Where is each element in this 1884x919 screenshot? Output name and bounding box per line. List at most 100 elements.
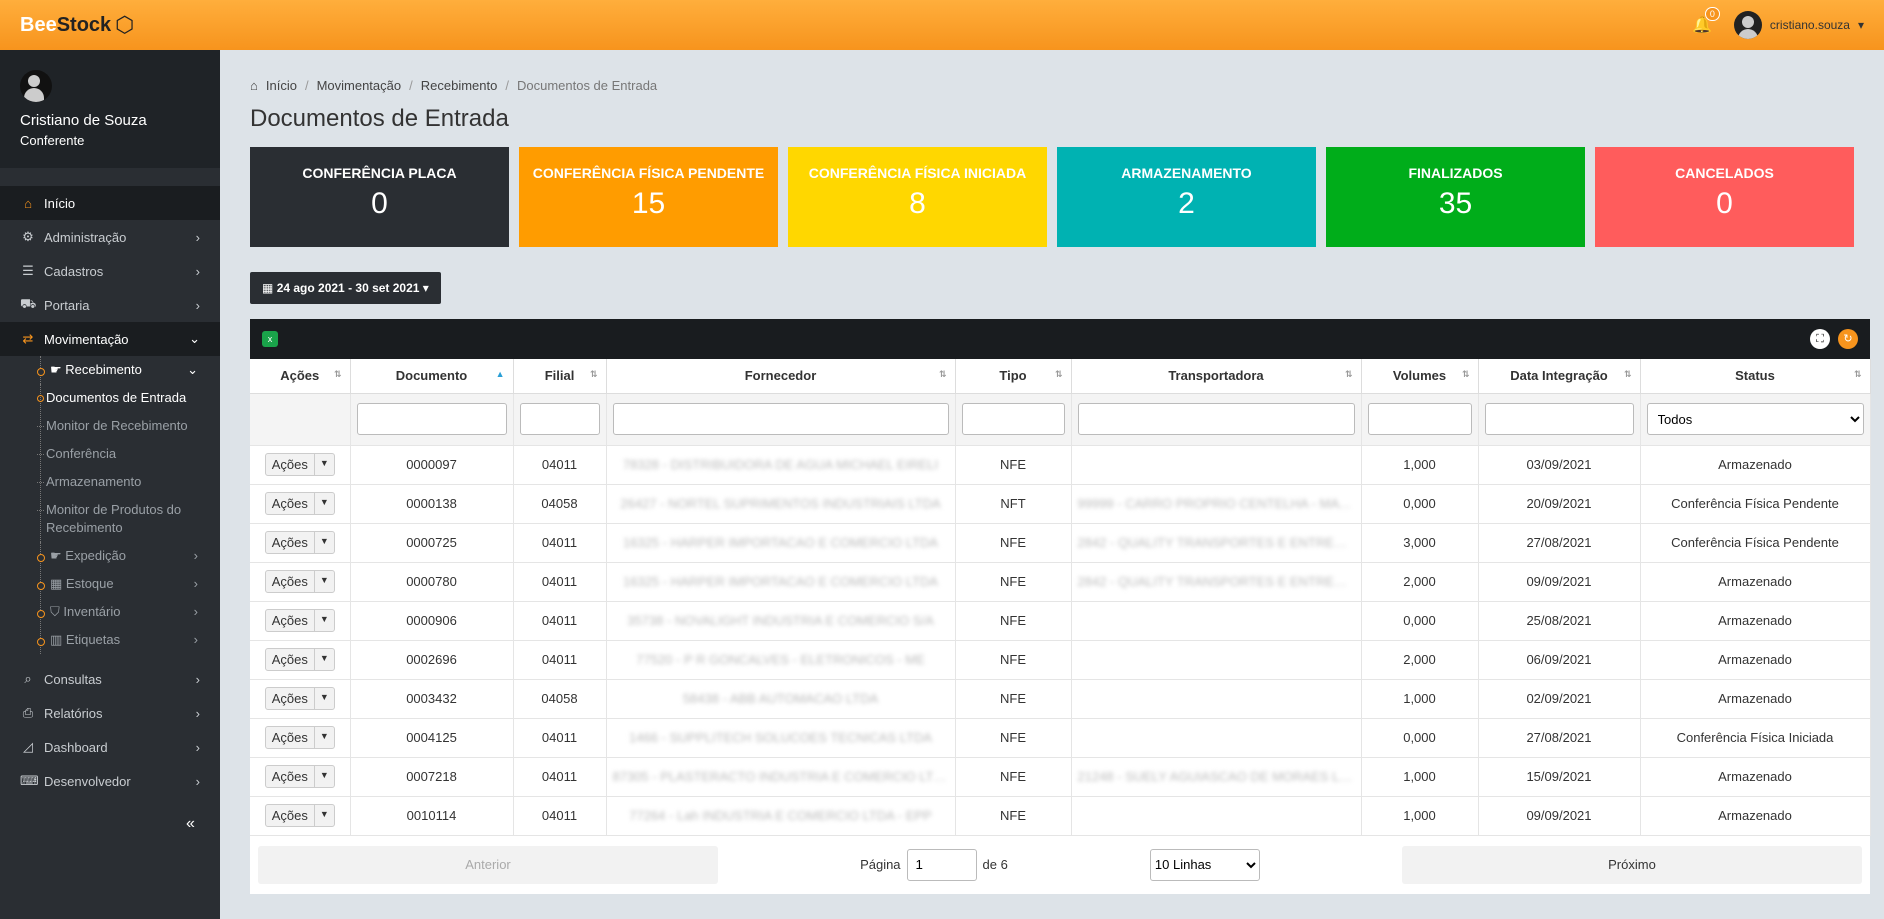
cell-status: Armazenado: [1640, 679, 1871, 719]
col-volumes[interactable]: Volumes ⇅: [1361, 359, 1479, 394]
acoes-dropdown[interactable]: Ações ▼: [264, 453, 335, 476]
card-conferencia-pendente[interactable]: CONFERÊNCIA FÍSICA PENDENTE 15: [519, 147, 778, 247]
col-documento[interactable]: Documento ▲: [350, 359, 514, 394]
acoes-dropdown[interactable]: Ações ▼: [264, 570, 335, 593]
menu-administracao[interactable]: ⚙ Administração ›: [0, 220, 220, 254]
cell-data-integracao: 06/09/2021: [1478, 640, 1641, 680]
acoes-dropdown[interactable]: Ações ▼: [264, 648, 335, 671]
menu-movimentacao[interactable]: ⇄ Movimentação ⌄: [0, 322, 220, 356]
filter-volumes[interactable]: [1367, 403, 1472, 435]
filter-data-integracao[interactable]: [1484, 403, 1634, 435]
breadcrumb-inicio[interactable]: Início: [266, 78, 297, 93]
date-range-picker[interactable]: ▦ 24 ago 2021 - 30 set 2021 ▾: [250, 272, 441, 304]
submenu-recebimento[interactable]: ☛ Recebimento ⌄: [36, 356, 220, 384]
card-conferencia-placa[interactable]: CONFERÊNCIA PLACA 0: [250, 147, 509, 247]
cell-volumes: 2,000: [1361, 640, 1479, 680]
submenu-inventario[interactable]: ⛉ Inventário ›: [36, 598, 220, 626]
cell-fornecedor: 87305 - PLASTERACTO INDUSTRIA E COMERCIO…: [606, 757, 956, 797]
menu-desenvolvedor[interactable]: ⌨ Desenvolvedor ›: [0, 764, 220, 798]
filter-status[interactable]: Todos: [1646, 403, 1864, 435]
col-status[interactable]: Status ⇅: [1640, 359, 1871, 394]
profile-avatar: [20, 70, 52, 102]
submenu-documentos-entrada[interactable]: Documentos de Entrada: [32, 384, 220, 412]
submenu-expedicao[interactable]: ☛ Expedição ›: [36, 542, 220, 570]
menu-cadastros[interactable]: ☰ Cadastros ›: [0, 254, 220, 288]
hand-icon: ☛: [50, 362, 62, 377]
filter-fornecedor[interactable]: [612, 403, 949, 435]
cell-status: Armazenado: [1640, 601, 1871, 641]
cell-documento: 0002696: [350, 640, 514, 680]
card-cancelados[interactable]: CANCELADOS 0: [1595, 147, 1854, 247]
col-transportadora[interactable]: Transportadora ⇅: [1071, 359, 1362, 394]
acoes-dropdown[interactable]: Ações ▼: [264, 687, 335, 710]
submenu-conferencia[interactable]: Conferência: [32, 440, 220, 468]
table-row: Ações ▼ 0000725 04011 16325 - HARPER IMPORTA…: [250, 523, 1871, 563]
filter-documento[interactable]: [356, 403, 507, 435]
breadcrumb-recebimento[interactable]: Recebimento: [421, 78, 498, 93]
cell-data-integracao: 27/08/2021: [1478, 718, 1641, 758]
menu-inicio[interactable]: ⌂ Início: [0, 186, 220, 220]
submenu-etiquetas[interactable]: ▥ Etiquetas ›: [36, 626, 220, 654]
cell-status: Armazenado: [1640, 562, 1871, 602]
chevron-right-icon: ›: [193, 632, 198, 647]
card-conferencia-iniciada[interactable]: CONFERÊNCIA FÍSICA INICIADA 8: [788, 147, 1047, 247]
acoes-dropdown[interactable]: Ações ▼: [264, 804, 335, 827]
cell-fornecedor: 16325 - HARPER IMPORTACAO E COMERCIO LTD…: [606, 523, 956, 563]
acoes-dropdown[interactable]: Ações ▼: [264, 726, 335, 749]
col-tipo[interactable]: Tipo ⇅: [955, 359, 1072, 394]
cell-filial: 04058: [513, 484, 607, 524]
page-input[interactable]: [906, 848, 977, 881]
card-finalizados[interactable]: FINALIZADOS 35: [1326, 147, 1585, 247]
export-excel-icon[interactable]: x: [262, 331, 278, 347]
filter-filial[interactable]: [519, 403, 600, 435]
next-button[interactable]: Próximo: [1401, 845, 1862, 884]
caret-down-icon: ▼: [313, 649, 334, 670]
submenu-armazenamento[interactable]: Armazenamento: [32, 468, 220, 496]
refresh-icon[interactable]: ↻: [1838, 329, 1858, 349]
table-row: Ações ▼ 0000097 04011 78328 - DISTRIBUIDORA …: [250, 445, 1871, 485]
col-filial[interactable]: Filial ⇅: [513, 359, 607, 394]
menu-consultas[interactable]: ⌕ Consultas ›: [0, 662, 220, 696]
col-fornecedor[interactable]: Fornecedor ⇅: [606, 359, 956, 394]
submenu-monitor-recebimento[interactable]: Monitor de Recebimento: [32, 412, 220, 440]
col-data-integracao[interactable]: Data Integração ⇅: [1478, 359, 1641, 394]
previous-button[interactable]: Anterior: [258, 845, 718, 884]
app-logo[interactable]: Bee Stock ⬡: [20, 12, 134, 38]
acoes-dropdown[interactable]: Ações ▼: [264, 609, 335, 632]
main-menu: ⌂ Início ⚙ Administração › ☰ Cadastros › ⛟ Por…: [0, 186, 220, 356]
menu-portaria[interactable]: ⛟ Portaria ›: [0, 288, 220, 322]
user-menu[interactable]: cristiano.souza ▾: [1733, 11, 1864, 39]
fullscreen-icon[interactable]: ⛶: [1810, 329, 1830, 349]
menu-relatorios[interactable]: ⎙ Relatórios ›: [0, 696, 220, 730]
table-row: Ações ▼ 0004125 04011 1466 - SUPPLITECH SOLU…: [250, 718, 1871, 758]
acoes-dropdown[interactable]: Ações ▼: [264, 765, 335, 788]
menu-administracao-label: Administração: [44, 229, 127, 245]
cell-fornecedor: 78328 - DISTRIBUIDORA DE AGUA MICHAEL EI…: [606, 445, 956, 485]
collapse-sidebar-icon[interactable]: «: [186, 815, 195, 833]
acoes-dropdown[interactable]: Ações ▼: [264, 531, 335, 554]
col-acoes[interactable]: Ações ⇅: [250, 359, 351, 394]
bell-icon[interactable]: 🔔 0: [1692, 7, 1720, 35]
cell-transportadora: [1071, 640, 1362, 680]
breadcrumb: ⌂ Início / Movimentação / Recebimento / Doc…: [250, 78, 658, 93]
acoes-dropdown[interactable]: Ações ▼: [264, 492, 335, 515]
submenu-estoque[interactable]: ▦ Estoque ›: [36, 570, 220, 598]
menu-dashboard[interactable]: ◿ Dashboard ›: [0, 730, 220, 764]
table-row: Ações ▼ 0010114 04011 77264 - Lah INDUSTRIA …: [250, 796, 1871, 836]
submenu-recebimento-label: Recebimento: [65, 362, 142, 377]
breadcrumb-movimentacao[interactable]: Movimentação: [317, 78, 402, 93]
chevron-right-icon: ›: [195, 705, 200, 721]
filter-transportadora[interactable]: [1077, 403, 1355, 435]
cell-tipo: NFE: [955, 445, 1072, 485]
submenu-monitor-produtos[interactable]: Monitor de Produtos do Recebimento: [32, 496, 220, 542]
submenu-inventario-label: Inventário: [63, 604, 121, 619]
chevron-down-icon: ⌄: [189, 331, 200, 346]
filter-tipo[interactable]: [961, 403, 1065, 435]
movimentacao-submenu: ☛ Recebimento ⌄: [0, 356, 220, 384]
calendar-icon: ▦: [262, 281, 274, 295]
home-icon: ⌂: [250, 78, 258, 93]
card-armazenamento[interactable]: ARMAZENAMENTO 2: [1057, 147, 1316, 247]
chevron-right-icon: ›: [195, 773, 200, 789]
rows-per-page-select[interactable]: 10 Linhas: [1149, 848, 1260, 881]
menu-consultas-label: Consultas: [44, 671, 102, 687]
